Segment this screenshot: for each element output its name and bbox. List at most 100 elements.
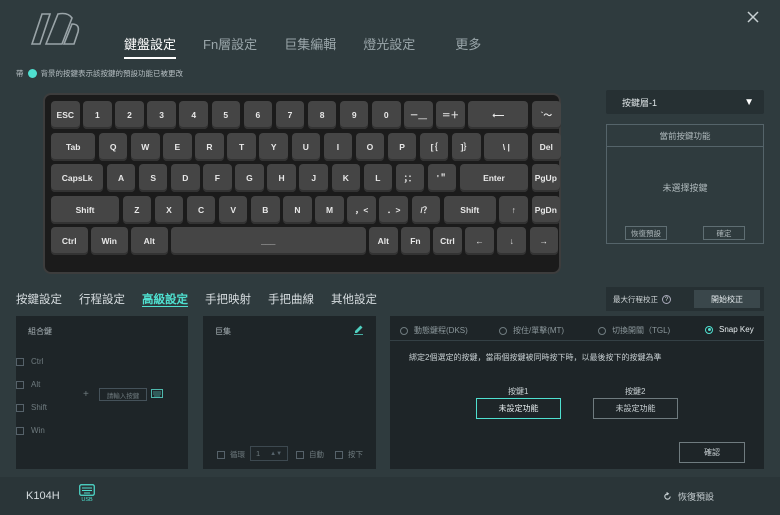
tab-fn-layer[interactable]: Fn層設定 [203, 34, 257, 59]
key-h[interactable]: H [267, 164, 296, 192]
key-i[interactable]: I [323, 132, 353, 161]
key-input-field[interactable]: 請輸入按鍵 [99, 388, 147, 401]
key-5[interactable]: 5 [211, 101, 241, 129]
checkbox[interactable] [296, 450, 304, 459]
key-win[interactable]: Win [91, 227, 128, 255]
key-u[interactable]: U [291, 132, 321, 161]
modifier-alt[interactable]: Alt [16, 380, 40, 389]
key-y[interactable]: Y [259, 132, 288, 161]
help-icon[interactable]: ? [662, 294, 671, 304]
loop-count-stepper[interactable]: 1 ▲▼ [250, 446, 288, 461]
key-9[interactable]: 9 [339, 101, 369, 129]
key-a[interactable]: A [106, 164, 136, 192]
key-[interactable]: '＂ [427, 164, 457, 192]
auto-option[interactable]: 自動 [296, 449, 324, 460]
close-icon[interactable] [744, 8, 762, 26]
mode-snap-key[interactable]: Snap Key [705, 325, 754, 334]
modifier-ctrl[interactable]: Ctrl [16, 357, 43, 366]
key-[interactable]: /？ [411, 195, 441, 224]
key-enter[interactable]: Enter [459, 164, 528, 192]
key-[interactable]: `～ [532, 101, 561, 129]
radio[interactable] [499, 326, 507, 335]
key-[interactable]: ，< [347, 195, 376, 224]
key-s[interactable]: S [138, 164, 168, 192]
key-x[interactable]: X [154, 195, 184, 224]
tab-keyboard-settings[interactable]: 鍵盤設定 [124, 34, 177, 59]
key-[interactable]: ← [465, 227, 494, 255]
key-z[interactable]: Z [122, 195, 152, 224]
key-o[interactable]: O [355, 132, 385, 161]
key-3[interactable]: 3 [147, 101, 176, 129]
key-q[interactable]: Q [98, 132, 128, 161]
key-6[interactable]: 6 [243, 101, 273, 129]
key-e[interactable]: E [163, 132, 192, 161]
key-7[interactable]: 7 [275, 101, 305, 129]
confirm-button[interactable]: 確定 [703, 226, 745, 240]
key-[interactable]: ．> [379, 195, 408, 224]
restore-default-button[interactable]: 恢復預設 [625, 226, 667, 240]
pencil-icon[interactable] [353, 324, 364, 335]
radio[interactable] [598, 326, 606, 335]
key-f[interactable]: F [203, 164, 232, 192]
key-l[interactable]: L [363, 164, 393, 192]
key-2[interactable]: 2 [115, 101, 144, 129]
checkbox[interactable] [16, 380, 24, 389]
confirm-snap-button[interactable]: 確認 [679, 442, 745, 463]
key-n[interactable]: N [283, 195, 312, 224]
key2-button[interactable]: 未設定功能 [593, 398, 678, 419]
key-m[interactable]: M [315, 195, 344, 224]
key-t[interactable]: T [227, 132, 256, 161]
key-alt[interactable]: Alt [369, 227, 398, 255]
key-fn[interactable]: Fn [401, 227, 430, 255]
checkbox[interactable] [16, 403, 24, 412]
start-calibration-button[interactable]: 開始校正 [694, 290, 760, 308]
key-r[interactable]: R [195, 132, 224, 161]
key1-button[interactable]: 未設定功能 [476, 398, 561, 419]
loop-option[interactable]: 循環 [217, 449, 245, 460]
key-1[interactable]: 1 [83, 101, 112, 129]
checkbox[interactable] [335, 450, 343, 459]
key-g[interactable]: G [235, 164, 264, 192]
mode-tgl[interactable]: 切換開關（TGL) [598, 325, 670, 336]
key-[interactable]: → [529, 227, 559, 255]
layer-select[interactable]: 按鍵層-1 ▼ [606, 90, 764, 114]
key-c[interactable]: C [186, 195, 216, 224]
key-del[interactable]: Del [532, 132, 561, 161]
key-k[interactable]: K [331, 164, 361, 192]
checkbox[interactable] [16, 357, 24, 366]
tab-key-settings[interactable]: 按鍵設定 [16, 291, 62, 307]
press-option[interactable]: 按下 [335, 449, 363, 460]
key-w[interactable]: W [131, 132, 160, 161]
key-4[interactable]: 4 [179, 101, 208, 129]
keyboard-icon[interactable] [151, 389, 163, 398]
checkbox[interactable] [217, 450, 225, 459]
tab-gamepad-curve[interactable]: 手把曲線 [268, 291, 314, 307]
key-[interactable]: ＝＋ [436, 101, 465, 129]
key-shift[interactable]: Shift [51, 195, 120, 224]
key-[interactable]: ⟵ [468, 101, 529, 129]
mode-dks[interactable]: 動態鍵程(DKS) [400, 325, 468, 336]
key-alt[interactable]: Alt [131, 227, 168, 255]
key-[interactable]: \ | [484, 132, 529, 161]
key-[interactable]: ___ [171, 227, 366, 255]
tab-gamepad-mapping[interactable]: 手把映射 [205, 291, 251, 307]
key-ctrl[interactable]: Ctrl [51, 227, 88, 255]
key-p[interactable]: P [387, 132, 417, 161]
key-esc[interactable]: ESC [51, 101, 80, 129]
key-b[interactable]: B [251, 195, 280, 224]
key-pgup[interactable]: PgUp [531, 164, 561, 192]
key-8[interactable]: 8 [307, 101, 337, 129]
mode-mt[interactable]: 按住/單擊(MT) [499, 325, 564, 336]
key-j[interactable]: J [299, 164, 328, 192]
key-[interactable]: －＿ [404, 101, 433, 129]
key-[interactable]: ↑ [499, 195, 528, 224]
modifier-win[interactable]: Win [16, 426, 45, 435]
key-ctrl[interactable]: Ctrl [433, 227, 462, 255]
key-d[interactable]: D [171, 164, 200, 192]
key-[interactable]: ]｝ [452, 132, 481, 161]
modifier-shift[interactable]: Shift [16, 403, 47, 412]
key-[interactable]: ；： [395, 164, 425, 192]
key-[interactable]: [｛ [419, 132, 449, 161]
stepper-arrows-icon[interactable]: ▲▼ [270, 451, 282, 457]
tab-lighting[interactable]: 燈光設定 [363, 34, 415, 59]
